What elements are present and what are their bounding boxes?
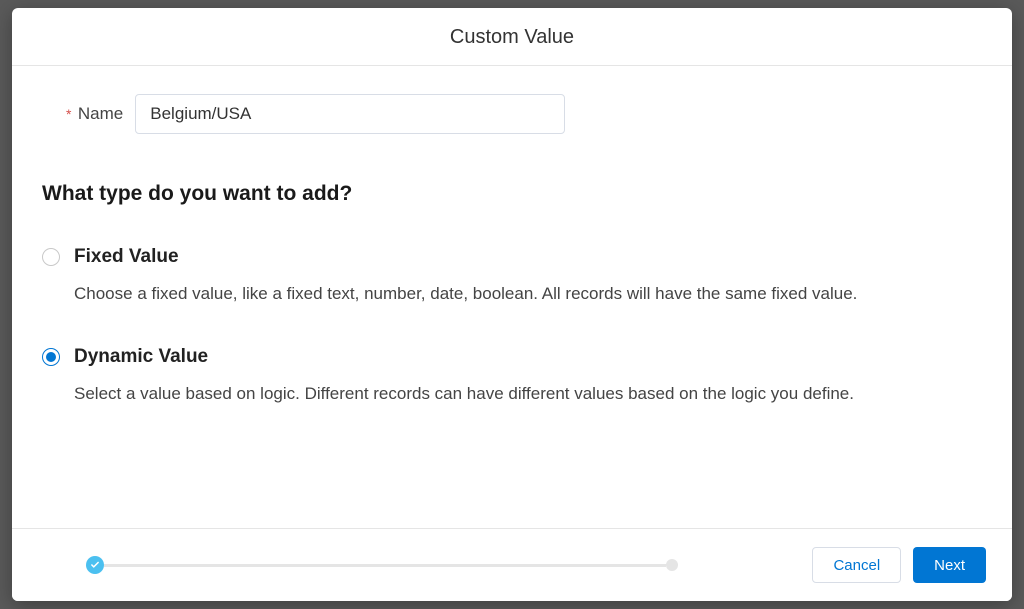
name-label: Name (78, 104, 123, 123)
option-title: Fixed Value (74, 246, 179, 268)
option-description: Choose a fixed value, like a fixed text,… (42, 282, 982, 306)
custom-value-modal: Custom Value * Name What type do you wan… (12, 8, 1012, 601)
cancel-button[interactable]: Cancel (812, 547, 901, 583)
option-dynamic-value[interactable]: Dynamic Value Select a value based on lo… (42, 346, 982, 406)
modal-body: * Name What type do you want to add? Fix… (12, 66, 1012, 528)
radio-dynamic[interactable] (42, 348, 60, 366)
name-field-row: * Name (42, 94, 982, 134)
option-fixed-value[interactable]: Fixed Value Choose a fixed value, like a… (42, 246, 982, 306)
name-input[interactable] (135, 94, 565, 134)
modal-header: Custom Value (12, 8, 1012, 66)
progress-line (104, 564, 666, 567)
option-description: Select a value based on logic. Different… (42, 382, 982, 406)
next-button[interactable]: Next (913, 547, 986, 583)
radio-fixed[interactable] (42, 248, 60, 266)
modal-title: Custom Value (12, 26, 1012, 49)
name-label-wrap: * Name (66, 104, 123, 124)
type-section-heading: What type do you want to add? (42, 182, 982, 206)
footer-actions: Cancel Next (812, 547, 986, 583)
progress-step-done-icon (86, 556, 104, 574)
required-indicator: * (66, 106, 71, 122)
option-title: Dynamic Value (74, 346, 208, 368)
option-header: Fixed Value (42, 246, 982, 268)
wizard-progress (38, 556, 678, 574)
progress-step-pending-icon (666, 559, 678, 571)
option-header: Dynamic Value (42, 346, 982, 368)
modal-footer: Cancel Next (12, 528, 1012, 601)
